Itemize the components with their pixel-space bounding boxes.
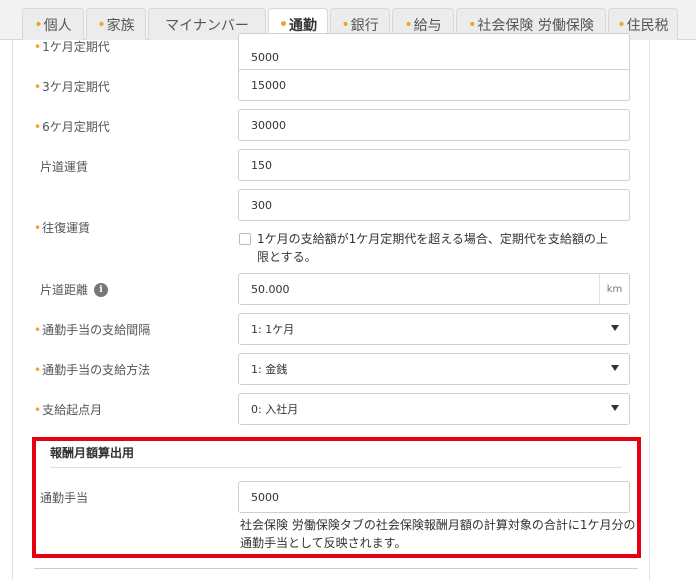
- pass1-input[interactable]: 5000: [238, 33, 630, 73]
- start-month-label: • 支給起点月: [34, 402, 103, 418]
- info-icon[interactable]: i: [94, 282, 109, 297]
- tab-label: 社会保険 労働保険: [477, 17, 594, 34]
- pass-cap-text: 1ケ月の支給額が1ケ月定期代を超える場合、定期代を支給額の上限とする。: [257, 232, 608, 264]
- tab-label: マイナンバー: [165, 17, 249, 34]
- tab-label: 個人: [43, 17, 72, 34]
- oneway-fare-input[interactable]: 150: [238, 149, 630, 181]
- method-label: • 通勤手当の支給方法: [34, 362, 151, 378]
- pass6-input[interactable]: 30000: [238, 109, 630, 141]
- interval-label: • 通勤手当の支給間隔: [34, 322, 151, 338]
- bottom-divider: [34, 568, 638, 569]
- tab-label: 家族: [106, 17, 135, 34]
- tab-family[interactable]: • 家族: [86, 8, 146, 40]
- tab-personal[interactable]: • 個人: [22, 8, 84, 40]
- pass1-label: • 1ケ月定期代: [34, 39, 110, 55]
- interval-select[interactable]: 1: 1ケ月: [238, 313, 630, 345]
- distance-label: 片道距離 i: [40, 281, 109, 298]
- chevron-down-icon: [611, 405, 619, 411]
- pass6-label: • 6ケ月定期代: [34, 119, 110, 135]
- round-fare-label: • 往復運賃: [34, 220, 91, 236]
- tab-label: 通勤: [288, 18, 317, 34]
- pass-cap-checkbox[interactable]: [239, 233, 251, 245]
- start-month-select[interactable]: 0: 入社月: [238, 393, 630, 425]
- tab-label: 住民税: [626, 17, 669, 34]
- tab-label: 給与: [413, 17, 442, 34]
- oneway-fare-label: 片道運賃: [40, 160, 89, 174]
- tab-label: 銀行: [350, 17, 379, 34]
- distance-input[interactable]: 50.000 km: [238, 273, 630, 305]
- round-fare-input[interactable]: 300: [238, 189, 630, 221]
- pass3-input[interactable]: 15000: [238, 69, 630, 101]
- method-select[interactable]: 1: 金銭: [238, 353, 630, 385]
- chevron-down-icon: [611, 365, 619, 371]
- highlight-box: [32, 437, 641, 558]
- pass3-label: • 3ケ月定期代: [34, 79, 110, 95]
- chevron-down-icon: [611, 325, 619, 331]
- distance-unit: km: [599, 274, 629, 304]
